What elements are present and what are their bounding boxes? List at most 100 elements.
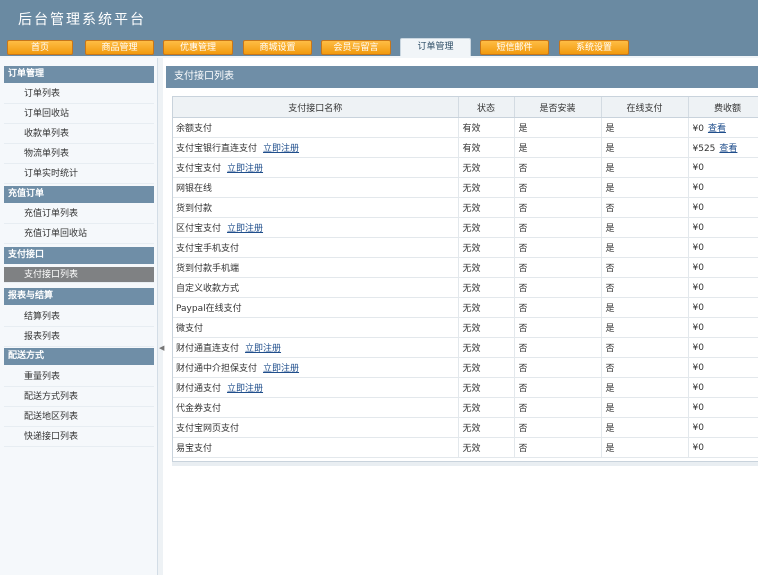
status-cell: 无效 bbox=[458, 357, 515, 378]
tab-home[interactable]: 首页 bbox=[7, 40, 73, 55]
register-link[interactable]: 立即注册 bbox=[227, 384, 263, 394]
installed-cell: 否 bbox=[514, 357, 602, 378]
tab-products[interactable]: 商品管理 bbox=[85, 40, 154, 55]
online-cell: 是 bbox=[601, 217, 689, 238]
table-row: 支付宝支付 立即注册 无效否是 ¥0 bbox=[173, 157, 758, 178]
sidebar-item-delivery-regions[interactable]: 配送地区列表 bbox=[4, 407, 154, 427]
tab-sms-email[interactable]: 短信邮件 bbox=[480, 40, 549, 55]
installed-cell: 否 bbox=[514, 377, 602, 398]
online-cell: 是 bbox=[601, 417, 689, 438]
payment-name-cell: 易宝支付 bbox=[173, 437, 459, 458]
register-link[interactable]: 立即注册 bbox=[227, 164, 263, 174]
register-link[interactable]: 立即注册 bbox=[227, 224, 263, 234]
payment-name: 货到付款手机端 bbox=[176, 264, 240, 274]
status-cell: 无效 bbox=[458, 337, 515, 358]
payment-name: 财付通中介担保支付 bbox=[176, 364, 258, 374]
table-body: 余额支付 有效是是 ¥0 查看 支付宝银行直连支付 立即注册 有效是是 ¥525 查看 支付宝支付… bbox=[173, 117, 758, 458]
view-link[interactable]: 查看 bbox=[708, 124, 726, 134]
fee-value: ¥0 bbox=[692, 282, 704, 293]
sidebar-item-report-list[interactable]: 报表列表 bbox=[4, 327, 154, 347]
sidebar-section-reports[interactable]: 报表与结算 bbox=[4, 288, 154, 305]
payment-name-cell: 财付通直连支付 立即注册 bbox=[173, 337, 459, 358]
sidebar-item-recharge-recycle[interactable]: 充值订单回收站 bbox=[4, 224, 154, 244]
view-link[interactable]: 查看 bbox=[719, 144, 737, 154]
sidebar-item-weight-list[interactable]: 重量列表 bbox=[4, 367, 154, 387]
table-row: 货到付款 无效否否 ¥0 bbox=[173, 197, 758, 218]
sidebar-item-settlement-list[interactable]: 结算列表 bbox=[4, 307, 154, 327]
sidebar-section-recharge[interactable]: 充值订单 bbox=[4, 186, 154, 203]
sidebar-section-orders[interactable]: 订单管理 bbox=[4, 66, 154, 83]
payment-name: 余额支付 bbox=[176, 124, 213, 134]
fee-value: ¥0 bbox=[692, 162, 704, 173]
fee-value: ¥0 bbox=[692, 262, 704, 273]
sidebar-item-order-stats[interactable]: 订单实时统计 bbox=[4, 164, 154, 184]
payment-name-cell: 财付通中介担保支付 立即注册 bbox=[173, 357, 459, 378]
table-row: 支付宝银行直连支付 立即注册 有效是是 ¥525 查看 bbox=[173, 137, 758, 158]
payment-name-cell: 代金券支付 bbox=[173, 397, 459, 418]
fee-cell: ¥0 bbox=[688, 257, 758, 278]
installed-cell: 否 bbox=[514, 237, 602, 258]
tab-members[interactable]: 会员与留言 bbox=[321, 40, 391, 55]
table-row: 区付宝支付 立即注册 无效否是 ¥0 bbox=[173, 217, 758, 238]
tab-system-settings[interactable]: 系统设置 bbox=[559, 40, 629, 55]
sidebar-item-order-list[interactable]: 订单列表 bbox=[4, 84, 154, 104]
table-row: 易宝支付 无效否是 ¥0 bbox=[173, 437, 758, 458]
sidebar-section-payment[interactable]: 支付接口 bbox=[4, 247, 154, 264]
payment-table-container: 支付接口名称 状态 是否安装 在线支付 费收额 余额支付 有效是是 ¥0 查看 支付宝银… bbox=[172, 96, 758, 462]
payment-name-cell: 自定义收款方式 bbox=[173, 277, 459, 298]
collapse-arrow-icon[interactable]: ◀ bbox=[159, 344, 164, 352]
sidebar-item-payment-list[interactable]: 支付接口列表 bbox=[4, 267, 154, 283]
sidebar-item-receipt-list[interactable]: 收款单列表 bbox=[4, 124, 154, 144]
payment-name: 财付通直连支付 bbox=[176, 344, 240, 354]
fee-cell: ¥0 bbox=[688, 157, 758, 178]
payment-name-cell: 财付通支付 立即注册 bbox=[173, 377, 459, 398]
fee-cell: ¥0 bbox=[688, 337, 758, 358]
sidebar-item-delivery-methods[interactable]: 配送方式列表 bbox=[4, 387, 154, 407]
installed-cell: 是 bbox=[514, 117, 602, 138]
table-row: 支付宝手机支付 无效否是 ¥0 bbox=[173, 237, 758, 258]
installed-cell: 否 bbox=[514, 397, 602, 418]
online-cell: 是 bbox=[601, 137, 689, 158]
sidebar-splitter[interactable] bbox=[158, 58, 163, 575]
payment-name-cell: 区付宝支付 立即注册 bbox=[173, 217, 459, 238]
fee-cell: ¥0 bbox=[688, 417, 758, 438]
sidebar-section-delivery[interactable]: 配送方式 bbox=[4, 348, 154, 365]
tab-orders[interactable]: 订单管理 bbox=[400, 38, 471, 56]
sidebar-item-order-recycle[interactable]: 订单回收站 bbox=[4, 104, 154, 124]
status-cell: 有效 bbox=[458, 137, 515, 158]
register-link[interactable]: 立即注册 bbox=[263, 144, 299, 154]
installed-cell: 否 bbox=[514, 297, 602, 318]
online-cell: 是 bbox=[601, 237, 689, 258]
table-row: 余额支付 有效是是 ¥0 查看 bbox=[173, 117, 758, 138]
payment-name-cell: 货到付款 bbox=[173, 197, 459, 218]
installed-cell: 否 bbox=[514, 317, 602, 338]
register-link[interactable]: 立即注册 bbox=[263, 364, 299, 374]
fee-value: ¥0 bbox=[692, 402, 704, 413]
sidebar-item-express-api[interactable]: 快递接口列表 bbox=[4, 427, 154, 447]
status-cell: 无效 bbox=[458, 177, 515, 198]
online-cell: 是 bbox=[601, 437, 689, 458]
table-row: 财付通中介担保支付 立即注册 无效否否 ¥0 bbox=[173, 357, 758, 378]
installed-cell: 否 bbox=[514, 257, 602, 278]
online-cell: 是 bbox=[601, 397, 689, 418]
online-cell: 否 bbox=[601, 257, 689, 278]
register-link[interactable]: 立即注册 bbox=[245, 344, 281, 354]
payment-name: 支付宝网页支付 bbox=[176, 424, 240, 434]
tab-promotions[interactable]: 优惠管理 bbox=[163, 40, 233, 55]
sidebar-item-recharge-list[interactable]: 充值订单列表 bbox=[4, 204, 154, 224]
payment-name-cell: 支付宝支付 立即注册 bbox=[173, 157, 459, 178]
fee-cell: ¥0 bbox=[688, 297, 758, 318]
payment-name: 支付宝银行直连支付 bbox=[176, 144, 258, 154]
tab-store-settings[interactable]: 商城设置 bbox=[243, 40, 312, 55]
payment-name-cell: 支付宝网页支付 bbox=[173, 417, 459, 438]
status-cell: 无效 bbox=[458, 257, 515, 278]
fee-value: ¥0 bbox=[692, 302, 704, 313]
fee-cell: ¥525 查看 bbox=[688, 137, 758, 158]
column-header-installed: 是否安装 bbox=[514, 97, 602, 118]
table-row: 货到付款手机端 无效否否 ¥0 bbox=[173, 257, 758, 278]
payment-name-cell: 支付宝银行直连支付 立即注册 bbox=[173, 137, 459, 158]
sidebar-item-shipping-list[interactable]: 物流单列表 bbox=[4, 144, 154, 164]
status-cell: 无效 bbox=[458, 217, 515, 238]
main-content: 支付接口列表 支付接口名称 状态 是否安装 在线支付 费收额 余额支付 有效是是 ¥… bbox=[166, 66, 758, 575]
installed-cell: 是 bbox=[514, 137, 602, 158]
